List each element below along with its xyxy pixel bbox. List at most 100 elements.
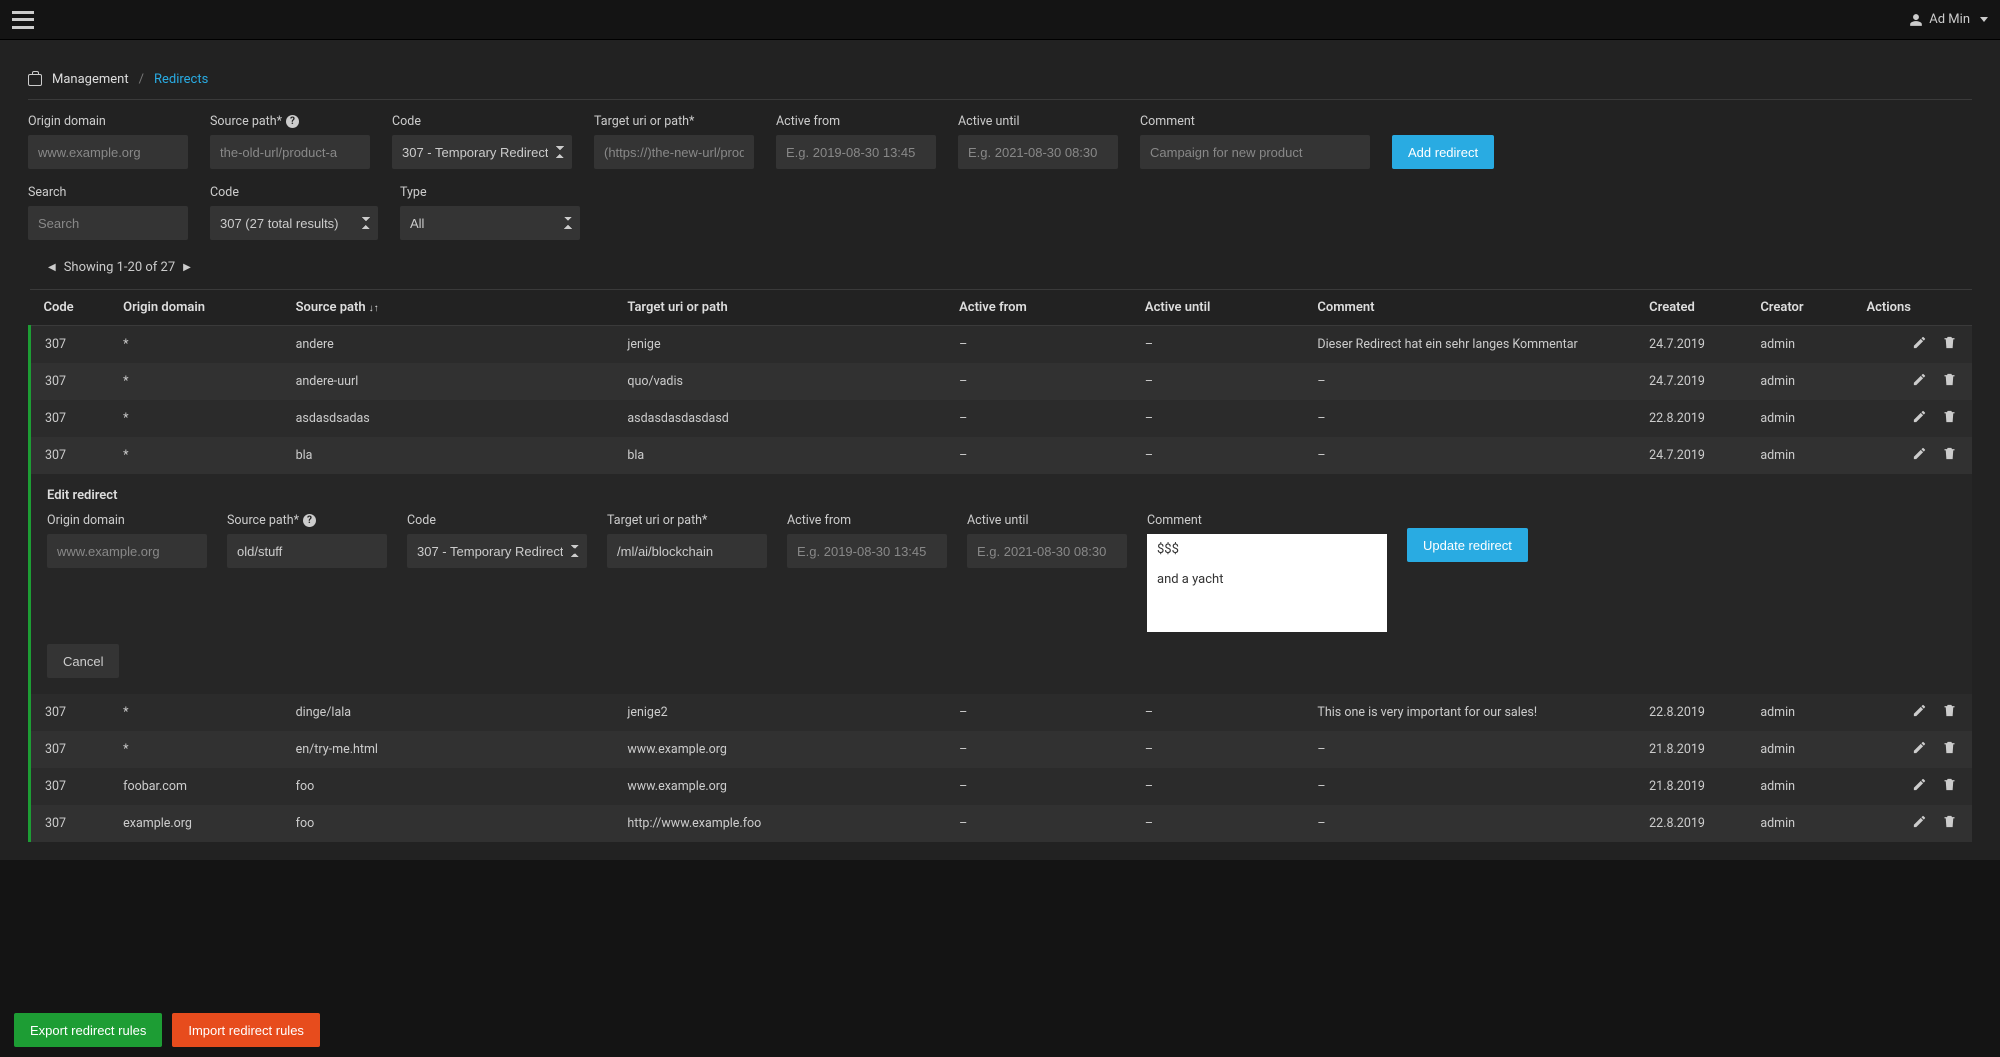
table-row: 307foobar.comfoowww.example.org–––21.8.2… <box>30 768 1973 805</box>
cell-comment: – <box>1303 805 1635 842</box>
cell-created: 22.8.2019 <box>1635 400 1746 437</box>
cell-active-until: – <box>1131 326 1304 364</box>
add-redirect-button[interactable]: Add redirect <box>1392 135 1494 169</box>
edit-icon[interactable] <box>1912 814 1928 830</box>
export-rules-button[interactable]: Export redirect rules <box>14 1013 162 1047</box>
breadcrumb-root[interactable]: Management <box>52 72 129 87</box>
edit-target-input[interactable] <box>607 534 767 568</box>
edit-icon[interactable] <box>1912 409 1928 425</box>
filter-code-select[interactable]: 307 (27 total results) <box>210 206 378 240</box>
code-select[interactable]: 307 - Temporary Redirect <box>392 135 572 169</box>
trash-icon[interactable] <box>1942 335 1958 351</box>
active-from-input[interactable] <box>776 135 936 169</box>
col-actions: Actions <box>1852 290 1972 326</box>
col-active-until[interactable]: Active until <box>1131 290 1304 326</box>
cell-active-from: – <box>945 805 1131 842</box>
cell-active-until: – <box>1131 805 1304 842</box>
cell-target: www.example.org <box>613 731 945 768</box>
cell-created: 22.8.2019 <box>1635 694 1746 731</box>
redirects-table-continued: 307*dinge/lalajenige2––This one is very … <box>28 694 1972 842</box>
trash-icon[interactable] <box>1942 409 1958 425</box>
edit-source-input[interactable] <box>227 534 387 568</box>
cancel-button[interactable]: Cancel <box>47 644 119 678</box>
col-created[interactable]: Created <box>1635 290 1746 326</box>
cell-target: quo/vadis <box>613 363 945 400</box>
cell-origin: * <box>109 400 282 437</box>
cell-comment: – <box>1303 768 1635 805</box>
trash-icon[interactable] <box>1942 814 1958 830</box>
active-until-label: Active until <box>958 114 1118 129</box>
cell-active-until: – <box>1131 694 1304 731</box>
user-icon <box>1909 13 1923 27</box>
cell-target: jenige2 <box>613 694 945 731</box>
pager-next-icon[interactable]: ▶ <box>183 262 191 273</box>
cell-created: 24.7.2019 <box>1635 437 1746 474</box>
cell-source: andere <box>282 326 614 364</box>
code-label: Code <box>392 114 572 129</box>
edit-origin-label: Origin domain <box>47 513 207 528</box>
cell-actions <box>1852 326 1972 364</box>
cell-target: http://www.example.foo <box>613 805 945 842</box>
cell-active-until: – <box>1131 437 1304 474</box>
footer-actions: Export redirect rules Import redirect ru… <box>0 1003 2000 1057</box>
target-label: Target uri or path* <box>594 114 754 129</box>
cell-comment: – <box>1303 731 1635 768</box>
col-origin[interactable]: Origin domain <box>109 290 282 326</box>
cell-source: bla <box>282 437 614 474</box>
col-code[interactable]: Code <box>30 290 110 326</box>
col-creator[interactable]: Creator <box>1746 290 1852 326</box>
edit-code-select[interactable]: 307 - Temporary Redirect <box>407 534 587 568</box>
help-icon[interactable]: ? <box>286 115 299 128</box>
edit-origin-input[interactable] <box>47 534 207 568</box>
source-input[interactable] <box>210 135 370 169</box>
cell-origin: foobar.com <box>109 768 282 805</box>
breadcrumb-current: Redirects <box>154 72 208 87</box>
import-rules-button[interactable]: Import redirect rules <box>172 1013 320 1047</box>
origin-label: Origin domain <box>28 114 188 129</box>
topbar: Ad Min <box>0 0 2000 40</box>
user-menu[interactable]: Ad Min <box>1909 12 1988 27</box>
edit-active-until-input[interactable] <box>967 534 1127 568</box>
hamburger-menu-icon[interactable] <box>12 11 34 29</box>
active-until-input[interactable] <box>958 135 1118 169</box>
comment-label: Comment <box>1140 114 1370 129</box>
col-target[interactable]: Target uri or path <box>613 290 945 326</box>
edit-icon[interactable] <box>1912 372 1928 388</box>
table-row: 307*en/try-me.htmlwww.example.org–––21.8… <box>30 731 1973 768</box>
edit-icon[interactable] <box>1912 703 1928 719</box>
help-icon[interactable]: ? <box>303 514 316 527</box>
trash-icon[interactable] <box>1942 372 1958 388</box>
cell-target: www.example.org <box>613 768 945 805</box>
update-redirect-button[interactable]: Update redirect <box>1407 528 1528 562</box>
col-active-from[interactable]: Active from <box>945 290 1131 326</box>
comment-input[interactable] <box>1140 135 1370 169</box>
edit-icon[interactable] <box>1912 740 1928 756</box>
breadcrumb: Management / Redirects <box>28 58 1972 100</box>
col-source[interactable]: Source path↓↑ <box>282 290 614 326</box>
pager-prev-icon[interactable]: ◀ <box>48 262 56 273</box>
cell-active-until: – <box>1131 731 1304 768</box>
filter-type-select[interactable]: All <box>400 206 580 240</box>
col-comment[interactable]: Comment <box>1303 290 1635 326</box>
search-input[interactable] <box>28 206 188 240</box>
trash-icon[interactable] <box>1942 740 1958 756</box>
cell-active-from: – <box>945 326 1131 364</box>
trash-icon[interactable] <box>1942 777 1958 793</box>
edit-source-label: Source path*? <box>227 513 387 528</box>
pager: ◀ Showing 1-20 of 27 ▶ <box>28 256 1972 285</box>
edit-title: Edit redirect <box>47 488 1956 503</box>
origin-input[interactable] <box>28 135 188 169</box>
target-input[interactable] <box>594 135 754 169</box>
cell-actions <box>1852 363 1972 400</box>
edit-icon[interactable] <box>1912 446 1928 462</box>
edit-comment-textarea[interactable]: $$$ and a yacht <box>1147 534 1387 632</box>
edit-icon[interactable] <box>1912 335 1928 351</box>
cell-active-from: – <box>945 400 1131 437</box>
search-label: Search <box>28 185 188 200</box>
cell-active-until: – <box>1131 363 1304 400</box>
trash-icon[interactable] <box>1942 446 1958 462</box>
sort-icon: ↓↑ <box>369 303 379 314</box>
edit-active-from-input[interactable] <box>787 534 947 568</box>
edit-icon[interactable] <box>1912 777 1928 793</box>
trash-icon[interactable] <box>1942 703 1958 719</box>
